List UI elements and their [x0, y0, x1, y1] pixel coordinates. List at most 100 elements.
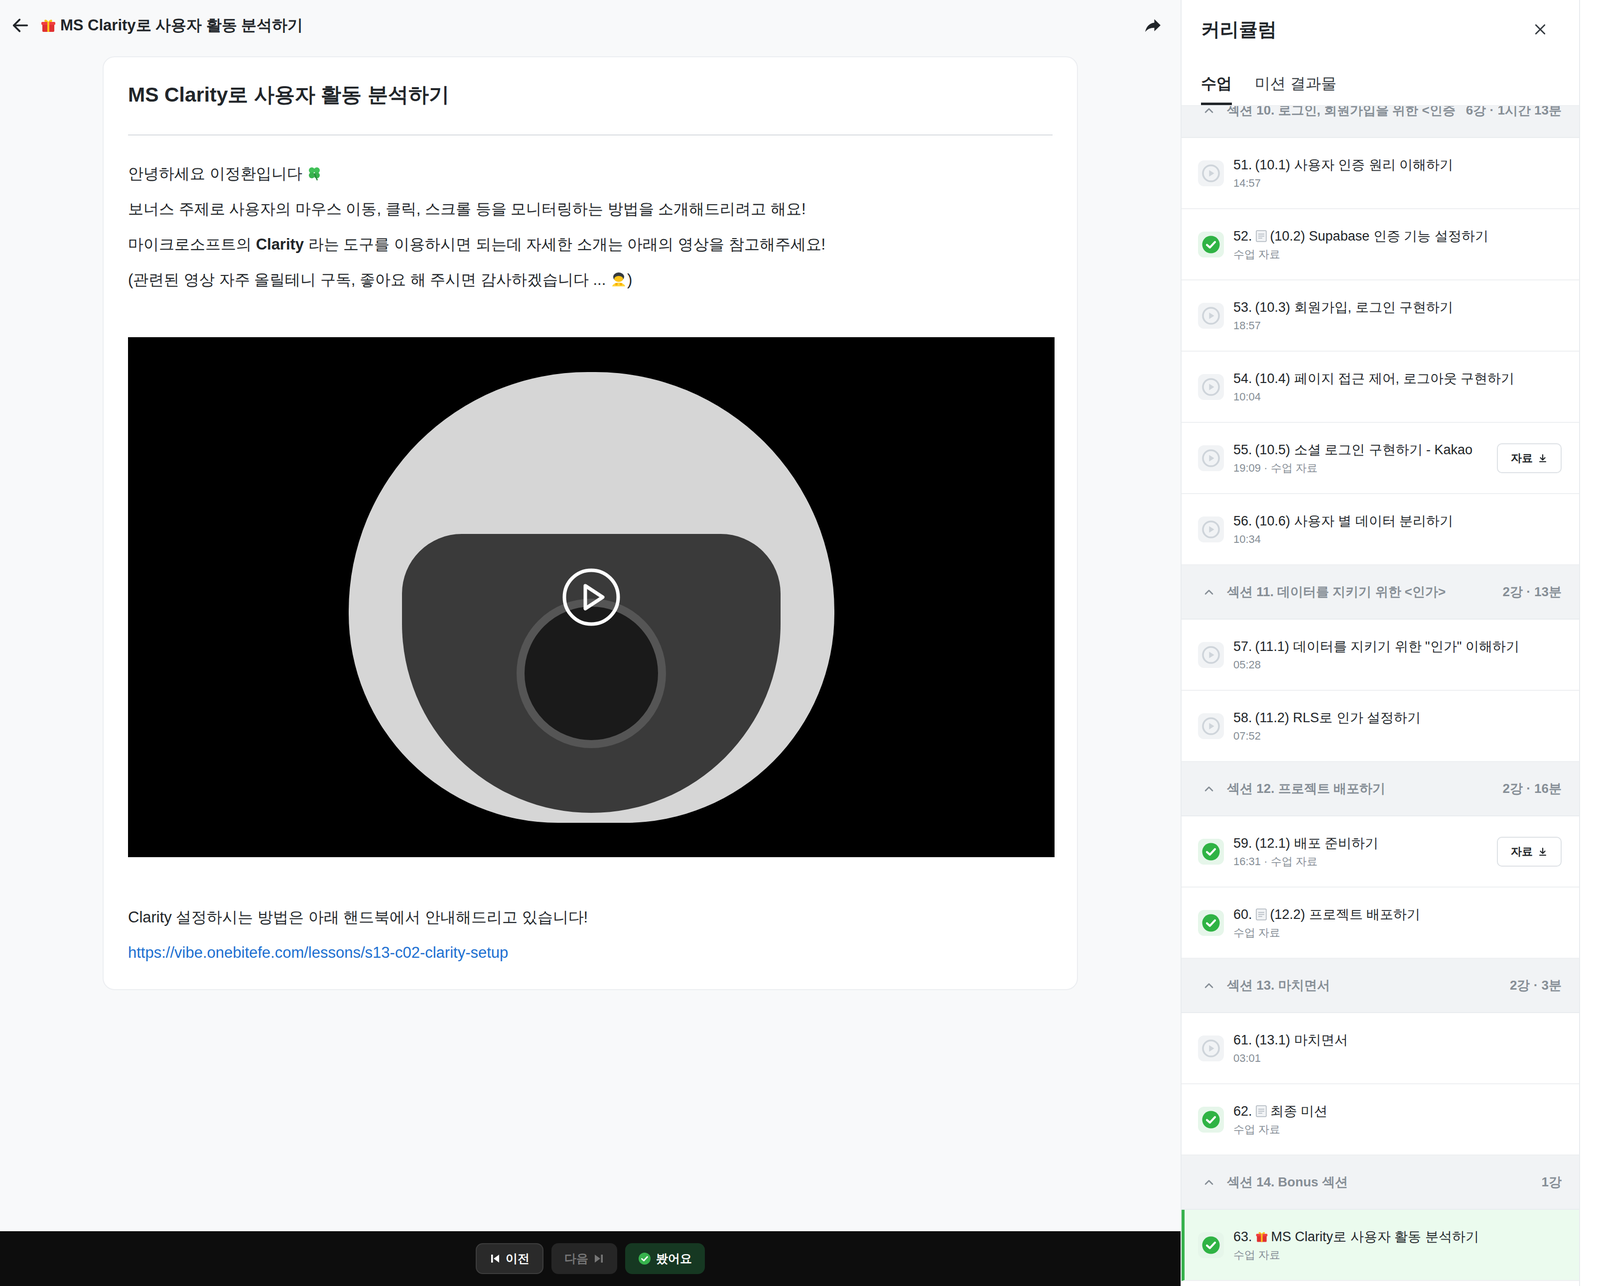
lesson-text: 56.(10.6) 사용자 별 데이터 분리하기10:34	[1233, 512, 1562, 547]
lesson-row[interactable]: 60.(12.2) 프로젝트 배포하기수업 자료	[1181, 887, 1580, 959]
page-title: MS Clarity로 사용자 활동 분석하기	[40, 15, 303, 36]
lesson-title-line: 62.최종 미션	[1233, 1102, 1562, 1121]
paragraph-text: )	[627, 270, 633, 289]
lesson-row[interactable]: 59.(12.1) 배포 준비하기16:31 · 수업 자료 자료	[1181, 816, 1580, 888]
paragraph-text: 라는 도구를 이용하시면 되는데 자세한 소개는 아래의 영상을 참고해주세요!	[303, 235, 826, 254]
lesson-title-line: 54.(10.4) 페이지 접근 제어, 로그아웃 구현하기	[1233, 369, 1562, 388]
section-header[interactable]: 섹션 13. 마치면서 2강 · 3분	[1181, 958, 1580, 1014]
close-button[interactable]	[1530, 19, 1551, 40]
status-badge	[1198, 374, 1224, 400]
lesson-text: 59.(12.1) 배포 준비하기16:31 · 수업 자료	[1233, 834, 1488, 870]
lesson-text: 51.(10.1) 사용자 인증 원리 이해하기14:57	[1233, 155, 1562, 191]
play-circle-icon	[1201, 1039, 1221, 1059]
lesson-sub: 수업 자료	[1233, 247, 1562, 263]
paragraph: (관련된 영상 자주 올릴테니 구독, 좋아요 해 주시면 감사하겠습니다 ..…	[128, 262, 1053, 298]
section-header[interactable]: 섹션 12. 프로젝트 배포하기2강 · 16분	[1181, 762, 1580, 817]
thumbnail-lens	[516, 598, 667, 749]
status-badge	[1198, 516, 1224, 543]
handbook-link[interactable]: https://vibe.onebitefe.com/lessons/s13-c…	[128, 934, 1053, 971]
lesson-row[interactable]: 61.(13.1) 마치면서03:01	[1181, 1013, 1580, 1085]
play-icon[interactable]	[561, 567, 621, 627]
check-circle-icon	[1201, 913, 1221, 933]
check-circle-icon	[1201, 1235, 1221, 1255]
bold-text: Clarity	[256, 235, 304, 254]
check-circle-icon	[1201, 1110, 1221, 1130]
lesson-number: 53.	[1233, 298, 1253, 317]
status-badge	[1198, 713, 1224, 740]
section-header[interactable]: 섹션 14. Bonus 섹션1강	[1181, 1155, 1580, 1210]
lesson-row[interactable]: 52.(10.2) Supabase 인증 기능 설정하기수업 자료	[1181, 209, 1580, 281]
play-overlay	[128, 337, 1055, 858]
lesson-text: 60.(12.2) 프로젝트 배포하기수업 자료	[1233, 905, 1562, 941]
lesson-sub: 07:52	[1233, 728, 1562, 744]
lesson-row[interactable]: 62.최종 미션수업 자료	[1181, 1084, 1580, 1156]
section-title: 섹션 13. 마치면서	[1226, 975, 1499, 996]
lesson-sub: 03:01	[1233, 1051, 1562, 1067]
content-area: MS Clarity로 사용자 활동 분석하기안녕하세요 이정환입니다 보너스 …	[0, 50, 1181, 1232]
curriculum-panel: 커리큘럼수업미션 결과물섹션 10. 로그인, 회원가입을 위한 <인증>6강 …	[1180, 0, 1580, 1286]
lesson-text: 57.(11.1) 데이터를 지키기 위한 "인가" 이해하기05:28	[1233, 637, 1562, 673]
done-button[interactable]: 봤어요	[625, 1243, 705, 1275]
lesson-number: 55.	[1233, 440, 1253, 459]
close-icon	[1532, 21, 1548, 37]
play-circle-icon	[1201, 716, 1221, 736]
material-button[interactable]: 자료	[1496, 443, 1562, 474]
paragraph: 안녕하세요 이정환입니다	[128, 155, 1053, 192]
lesson-sub: 수업 자료	[1233, 925, 1562, 941]
video-thumbnail	[348, 372, 835, 823]
lesson-row[interactable]: 63.MS Clarity로 사용자 활동 분석하기수업 자료	[1181, 1209, 1580, 1282]
lesson-sub: 18:57	[1233, 318, 1562, 334]
chevron-up-icon	[1201, 106, 1216, 118]
section-title: 섹션 10. 로그인, 회원가입을 위한 <인증>	[1226, 106, 1456, 121]
section-header[interactable]: 섹션 11. 데이터를 지키기 위한 <인가>2강 · 13분	[1181, 565, 1580, 620]
lesson-row[interactable]: 51.(10.1) 사용자 인증 원리 이해하기14:57	[1181, 137, 1580, 210]
gift-icon	[1255, 1230, 1269, 1244]
lesson-row[interactable]: 57.(11.1) 데이터를 지키기 위한 "인가" 이해하기05:28	[1181, 619, 1580, 691]
lesson-number: 59.	[1233, 834, 1253, 853]
lesson-title: MS Clarity로 사용자 활동 분석하기	[128, 80, 1053, 109]
chevron-up-icon	[1201, 585, 1216, 600]
lesson-title-line: 63.MS Clarity로 사용자 활동 분석하기	[1233, 1227, 1562, 1246]
material-label: 자료	[1510, 449, 1533, 467]
status-badge	[1198, 160, 1224, 187]
material-button[interactable]: 자료	[1496, 836, 1562, 867]
status-badge	[1198, 445, 1224, 472]
play-circle-icon	[1201, 645, 1221, 665]
status-badge	[1198, 642, 1224, 668]
back-button[interactable]	[10, 15, 31, 36]
section-meta: 2강 · 3분	[1509, 975, 1562, 996]
side-strip	[1579, 0, 1600, 1286]
video-player[interactable]	[128, 337, 1055, 858]
tab-label: 수업	[1200, 74, 1232, 93]
curriculum-header: 커리큘럼수업미션 결과물	[1181, 0, 1580, 107]
play-circle-icon	[1201, 377, 1221, 397]
lesson-number: 57.	[1233, 637, 1253, 656]
lesson-sub: 19:09 · 수업 자료	[1233, 460, 1488, 476]
back-arrow-icon	[10, 15, 31, 36]
section-meta: 6강 · 1시간 13분	[1466, 106, 1562, 121]
lesson-title: (10.2) Supabase 인증 기능 설정하기	[1270, 227, 1489, 246]
lesson-row[interactable]: 54.(10.4) 페이지 접근 제어, 로그아웃 구현하기10:04	[1181, 351, 1580, 423]
lesson-number: 60.	[1233, 905, 1253, 924]
section-header[interactable]: 섹션 10. 로그인, 회원가입을 위한 <인증> 6강 · 1시간 13분	[1181, 106, 1580, 138]
lesson-title-line: 60.(12.2) 프로젝트 배포하기	[1233, 905, 1562, 924]
lesson-row[interactable]: 55.(10.5) 소셜 로그인 구현하기 - Kakao19:09 · 수업 …	[1181, 422, 1580, 495]
play-circle-icon	[1201, 448, 1221, 468]
play-circle-icon	[1201, 520, 1221, 539]
lesson-row[interactable]: 56.(10.6) 사용자 별 데이터 분리하기10:34	[1181, 494, 1580, 566]
lesson-card: MS Clarity로 사용자 활동 분석하기안녕하세요 이정환입니다 보너스 …	[102, 56, 1078, 991]
lesson-title-line: 59.(12.1) 배포 준비하기	[1233, 834, 1488, 853]
button-label: 다음	[564, 1249, 589, 1268]
prev-button[interactable]: 이전	[475, 1243, 544, 1275]
curriculum-tab[interactable]: 수업	[1200, 73, 1232, 106]
curriculum-tab[interactable]: 미션 결과물	[1254, 73, 1337, 106]
paragraph: 보너스 주제로 사용자의 마우스 이동, 클릭, 스크롤 등을 모니터링하는 방…	[128, 191, 1053, 227]
lesson-row[interactable]: 58.(11.2) RLS로 인가 설정하기07:52	[1181, 690, 1580, 763]
share-button[interactable]	[1141, 14, 1164, 37]
lesson-row[interactable]: 53.(10.3) 회원가입, 로그인 구현하기18:57	[1181, 280, 1580, 352]
lesson-title: MS Clarity로 사용자 활동 분석하기	[1271, 1227, 1479, 1246]
material-label: 자료	[1510, 843, 1533, 860]
bowing-person-icon	[610, 270, 628, 288]
status-badge	[1198, 838, 1224, 865]
skip-previous-icon	[489, 1253, 501, 1265]
